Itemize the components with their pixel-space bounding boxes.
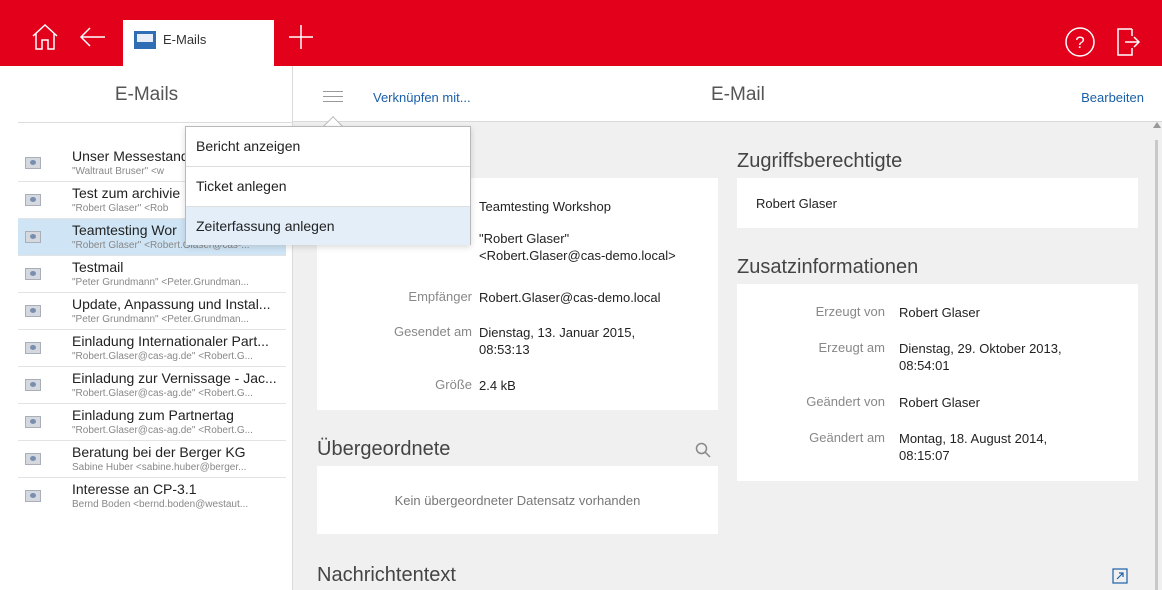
envelope-icon (25, 305, 41, 317)
page-title: E-Mail (711, 84, 765, 105)
list-item-sender: Sabine Huber <sabine.huber@berger... (72, 462, 247, 473)
envelope-icon (25, 342, 41, 354)
changed-by-value: Robert Glaser (899, 395, 980, 410)
recipient-label: Empfänger (408, 289, 472, 304)
parent-card: Kein übergeordneter Datensatz vorhanden (317, 466, 718, 534)
size-value: 2.4 kB (479, 378, 516, 393)
envelope-icon (25, 453, 41, 465)
envelope-icon (25, 379, 41, 391)
tab-emails[interactable]: E-Mails (123, 20, 274, 66)
changed-at-value-line2: 08:15:07 (899, 448, 950, 463)
envelope-icon (25, 231, 41, 243)
link-with-link[interactable]: Verknüpfen mit... (373, 90, 471, 105)
svg-text:?: ? (1075, 33, 1084, 52)
sent-label: Gesendet am (393, 324, 472, 339)
edit-link[interactable]: Bearbeiten (1081, 90, 1144, 105)
scrollbar[interactable] (1155, 140, 1158, 590)
list-item[interactable]: Update, Anpassung und Instal... "Peter G… (18, 293, 286, 330)
list-item-subject: Interesse an CP-3.1 (72, 481, 197, 497)
top-bar: E-Mails ? (0, 0, 1162, 66)
back-arrow-icon[interactable] (78, 22, 108, 52)
list-item-sender: "Peter Grundmann" <Peter.Grundman... (72, 314, 249, 325)
menu-item-create-time-entry[interactable]: Zeiterfassung anlegen (186, 207, 470, 245)
hamburger-menu-icon[interactable] (323, 91, 343, 103)
detail-header: Verknüpfen mit... E-Mail Bearbeiten (293, 66, 1162, 121)
list-item[interactable]: Beratung bei der Berger KG Sabine Huber … (18, 441, 286, 478)
open-external-icon[interactable] (1112, 568, 1128, 584)
plus-icon[interactable] (286, 22, 316, 52)
list-item-sender: "Robert.Glaser@cas-ag.de" <Robert.G... (72, 425, 253, 436)
menu-item-create-ticket[interactable]: Ticket anlegen (186, 167, 470, 207)
mail-icon (134, 31, 156, 49)
created-by-label: Erzeugt von (815, 304, 885, 319)
scroll-up-arrow-icon[interactable] (1153, 122, 1161, 128)
created-by-value: Robert Glaser (899, 305, 980, 320)
envelope-icon (25, 268, 41, 280)
parent-section-title: Übergeordnete (317, 438, 451, 460)
subject-value: Teamtesting Workshop (479, 199, 611, 214)
access-value: Robert Glaser (756, 196, 837, 211)
message-section-title: Nachrichtentext (317, 564, 456, 586)
list-item[interactable]: Einladung zum Partnertag "Robert.Glaser@… (18, 404, 286, 441)
list-item-subject: Einladung zur Vernissage - Jac... (72, 370, 277, 386)
list-item-subject: Beratung bei der Berger KG (72, 444, 246, 460)
list-item-sender: "Peter Grundmann" <Peter.Grundman... (72, 277, 249, 288)
divider (18, 122, 293, 123)
changed-at-label: Geändert am (809, 430, 885, 445)
empty-parent-text: Kein übergeordneter Datensatz vorhanden (394, 493, 641, 508)
tab-emails-label: E-Mails (163, 32, 207, 47)
sent-value-line1: Dienstag, 13. Januar 2015, (479, 325, 636, 340)
list-item[interactable]: Interesse an CP-3.1 Bernd Boden <bernd.b… (18, 478, 286, 515)
created-at-value-line1: Dienstag, 29. Oktober 2013, (899, 341, 1062, 356)
logout-icon[interactable] (1115, 26, 1141, 58)
from-value-line2: <Robert.Glaser@cas-demo.local> (479, 248, 676, 263)
envelope-icon (25, 490, 41, 502)
context-menu: Bericht anzeigen Ticket anlegen Zeiterfa… (185, 126, 471, 245)
home-icon[interactable] (30, 22, 60, 52)
envelope-icon (25, 157, 41, 169)
search-icon[interactable] (695, 442, 711, 458)
changed-at-value-line1: Montag, 18. August 2014, (899, 431, 1048, 446)
size-label: Größe (435, 377, 472, 392)
list-item-sender: Bernd Boden <bernd.boden@westaut... (72, 499, 249, 510)
from-value-line1: "Robert Glaser" (479, 231, 570, 246)
list-item-subject: Update, Anpassung und Instal... (72, 296, 271, 312)
recipient-value: Robert.Glaser@cas-demo.local (479, 290, 661, 305)
changed-by-label: Geändert von (806, 394, 885, 409)
list-item-sender: "Robert.Glaser@cas-ag.de" <Robert.G... (72, 351, 253, 362)
extra-info-card: Erzeugt von Robert Glaser Erzeugt am Die… (737, 284, 1138, 481)
list-item[interactable]: Einladung Internationaler Part... "Rober… (18, 330, 286, 367)
envelope-icon (25, 416, 41, 428)
list-item-subject: Einladung zum Partnertag (72, 407, 234, 423)
menu-item-show-report[interactable]: Bericht anzeigen (186, 127, 470, 167)
list-item[interactable]: Testmail "Peter Grundmann" <Peter.Grundm… (18, 256, 286, 293)
list-item[interactable]: Einladung zur Vernissage - Jac... "Rober… (18, 367, 286, 404)
access-section-title: Zugriffsberechtigte (737, 150, 903, 172)
created-at-label: Erzeugt am (818, 340, 885, 355)
list-item-sender: "Robert.Glaser@cas-ag.de" <Robert.G... (72, 388, 253, 399)
panel-title: E-Mails (114, 84, 179, 105)
list-item-subject: Einladung Internationaler Part... (72, 333, 269, 349)
divider (293, 121, 1162, 122)
envelope-icon (25, 194, 41, 206)
created-at-value-line2: 08:54:01 (899, 358, 950, 373)
list-item-subject: Testmail (72, 259, 124, 275)
extra-info-title: Zusatzinformationen (737, 256, 919, 278)
help-icon[interactable]: ? (1064, 26, 1096, 58)
access-card: Robert Glaser (737, 178, 1138, 228)
sent-value-line2: 08:53:13 (479, 342, 530, 357)
